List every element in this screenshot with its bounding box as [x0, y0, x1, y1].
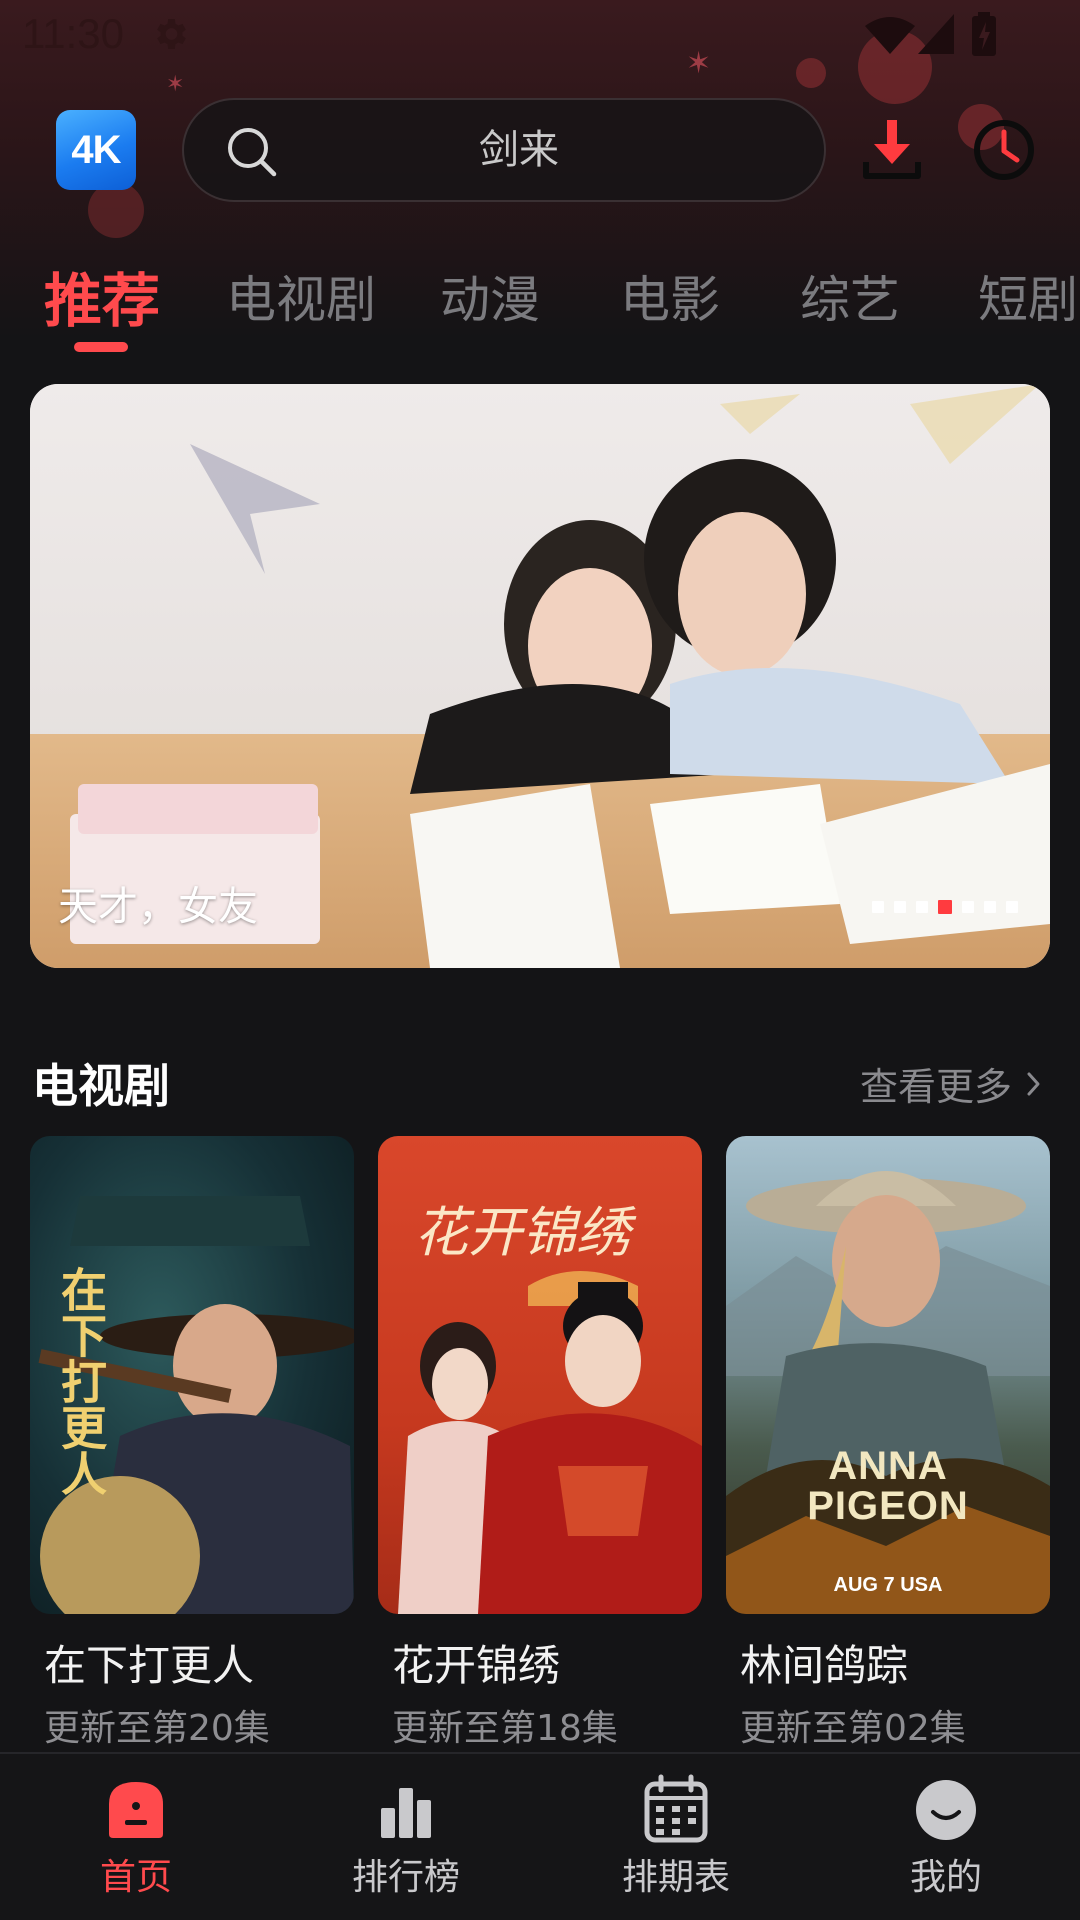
show-title: 花开锦绣	[392, 1641, 561, 1690]
show-poster[interactable]: 在下打更人	[30, 1136, 354, 1614]
show-episode-status: 更新至第20集	[44, 1708, 270, 1749]
decorative-star: ✶	[166, 72, 185, 97]
show-poster[interactable]: 花开锦绣	[378, 1136, 702, 1614]
battery-icon	[972, 12, 996, 56]
tab-indicator	[74, 342, 128, 352]
show-title: 林间鸽踪	[740, 1641, 909, 1690]
nav-label: 我的	[909, 1857, 982, 1898]
ranking-icon	[381, 1788, 431, 1838]
category-tabs: 推荐 电视剧 动漫 电影 综艺 短剧	[0, 250, 1080, 360]
tab-recommended[interactable]: 推荐	[44, 254, 160, 338]
nav-label: 排行榜	[351, 1857, 460, 1898]
show-poster[interactable]: ANNA PIGEON AUG 7 USA	[726, 1136, 1050, 1614]
home-icon	[109, 1782, 163, 1838]
see-more-link[interactable]: 查看更多	[860, 1056, 1042, 1111]
show-episode-status: 更新至第02集	[740, 1708, 966, 1749]
status-time: 11:30	[22, 10, 124, 57]
carousel-dot	[984, 901, 996, 913]
tab-movies[interactable]: 电影	[620, 260, 720, 332]
featured-banner[interactable]: 天才，女友	[30, 384, 1050, 968]
decorative-circle	[88, 182, 144, 238]
bottom-navigation: 首页 排行榜 排期表 我的	[0, 1752, 1080, 1920]
signal-icon	[918, 14, 954, 54]
search-input[interactable]: 剑来	[184, 100, 824, 200]
search-bar[interactable]: 剑来	[182, 98, 826, 202]
poster-illustration	[726, 1171, 1050, 1614]
carousel-dot-active	[938, 900, 952, 914]
download-icon[interactable]	[862, 118, 922, 182]
poster-subtitle-text: AUG 7 USA	[833, 1574, 943, 1596]
nav-label: 首页	[99, 1857, 172, 1898]
carousel-dot	[962, 901, 974, 913]
carousel-dot	[894, 901, 906, 913]
wifi-icon	[865, 17, 915, 54]
status-bar: 11:30	[0, 0, 1080, 70]
section-title: 电视剧	[32, 1059, 170, 1113]
carousel-dot	[872, 901, 884, 913]
gear-icon	[157, 19, 186, 49]
carousel-indicator	[872, 900, 1018, 914]
poster-title-text: ANNA PIGEON	[807, 1444, 969, 1528]
nav-ranking[interactable]: 排行榜	[306, 1774, 506, 1900]
show-title: 在下打更人	[44, 1641, 255, 1690]
poster-title-text: 花开锦绣	[414, 1201, 630, 1264]
tab-variety[interactable]: 综艺	[800, 260, 900, 332]
show-card[interactable]: 花开锦绣 花开锦绣 更新至第18集	[378, 1136, 702, 1751]
see-more-label: 查看更多	[859, 1065, 1012, 1109]
profile-icon	[916, 1780, 976, 1840]
show-episode-status: 更新至第18集	[392, 1708, 618, 1749]
tab-anime[interactable]: 动漫	[440, 260, 540, 332]
poster-title-text: 在下打更人	[54, 1266, 108, 1496]
history-icon[interactable]	[972, 118, 1036, 182]
tab-short-drama[interactable]: 短剧	[978, 260, 1078, 332]
app-logo[interactable]: 4K	[56, 110, 136, 190]
nav-profile[interactable]: 我的	[846, 1774, 1046, 1900]
calendar-icon	[644, 1774, 708, 1843]
tab-tv-series[interactable]: 电视剧	[226, 260, 376, 332]
carousel-dot	[916, 901, 928, 913]
nav-home[interactable]: 首页	[36, 1774, 236, 1900]
nav-schedule[interactable]: 排期表	[576, 1774, 776, 1900]
nav-label: 排期表	[621, 1857, 730, 1898]
carousel-dot	[1006, 901, 1018, 913]
show-card[interactable]: ANNA PIGEON AUG 7 USA 林间鸽踪 更新至第02集	[726, 1136, 1050, 1751]
show-card[interactable]: 在下打更人 在下打更人 更新至第20集	[30, 1136, 354, 1751]
banner-caption: 天才，女友	[58, 884, 258, 930]
chevron-right-icon	[1027, 1072, 1040, 1095]
